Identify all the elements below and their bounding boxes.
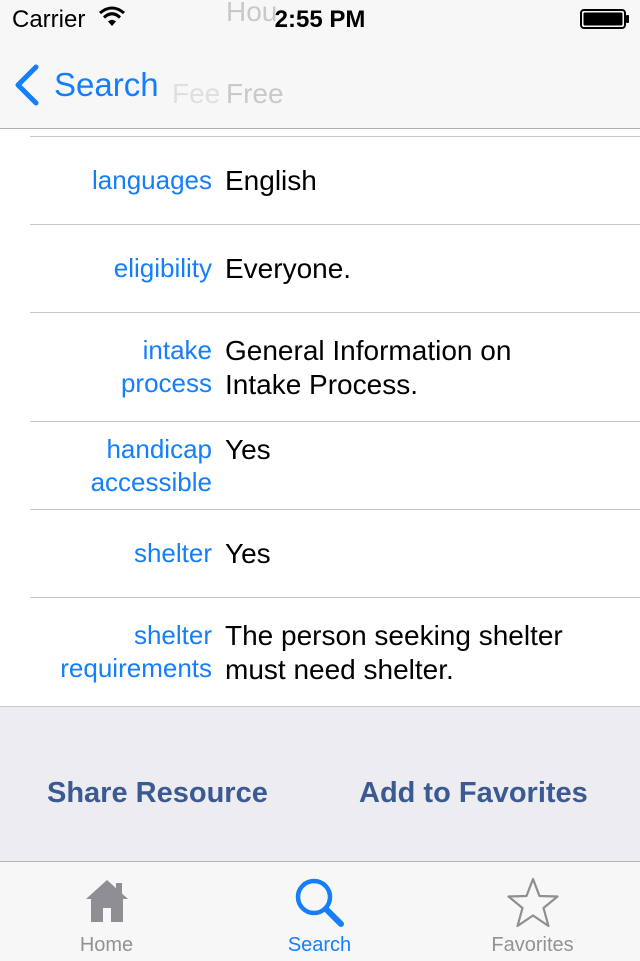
row-divider [30, 136, 640, 137]
search-icon [295, 878, 344, 927]
row-divider [30, 421, 640, 422]
detail-value: Yes [225, 538, 271, 569]
share-resource-button[interactable]: Share Resource [47, 777, 268, 810]
detail-value: The person seeking shelter must need she… [225, 620, 563, 685]
detail-row-shelter-requirements: shelter requirements The person seeking … [0, 619, 640, 687]
add-to-favorites-button[interactable]: Add to Favorites [359, 777, 588, 810]
home-icon [85, 880, 128, 922]
row-divider [30, 597, 640, 598]
tab-label: Favorites [491, 934, 574, 956]
back-button-label: Search [54, 66, 159, 103]
detail-label: intake process [120, 335, 212, 398]
tab-favorites[interactable]: Favorites [426, 862, 639, 961]
tab-bar: Home Search Favorites [0, 861, 640, 961]
detail-row-languages: languages English [0, 164, 640, 198]
detail-label: shelter requirements [60, 620, 212, 683]
row-divider [30, 224, 640, 225]
detail-label: shelter [133, 538, 212, 568]
scrolled-content-text: Free [226, 78, 284, 109]
row-divider [30, 509, 640, 510]
resource-actions-panel: Share Resource Add to Favorites [0, 706, 640, 862]
status-time: 2:55 PM [274, 6, 366, 33]
detail-label: handicap accessible [90, 434, 212, 497]
detail-value: Yes [225, 434, 271, 465]
detail-row-intake-process: intake process General Information on In… [0, 334, 640, 402]
tab-search[interactable]: Search [213, 862, 426, 961]
tab-home[interactable]: Home [0, 862, 213, 961]
tab-label: Search [287, 934, 352, 956]
detail-value: General Information on Intake Process. [225, 335, 512, 400]
row-divider [30, 312, 640, 313]
detail-row-shelter: shelter Yes [0, 537, 640, 571]
chevron-left-icon [15, 64, 39, 106]
star-icon [506, 877, 559, 928]
tab-label: Home [79, 934, 134, 956]
detail-row-eligibility: eligibility Everyone. [0, 252, 640, 286]
detail-label: eligibility [113, 253, 212, 283]
detail-label: languages [92, 165, 212, 195]
detail-value: Everyone. [225, 253, 352, 284]
detail-row-handicap-accessible: handicap accessible Yes [0, 433, 640, 499]
battery-icon [580, 9, 629, 29]
navigation-bar: Hou Fee Free Carrier 2:55 PM Search [0, 0, 640, 129]
back-button[interactable]: Search [12, 60, 182, 110]
detail-value: English [225, 165, 317, 196]
